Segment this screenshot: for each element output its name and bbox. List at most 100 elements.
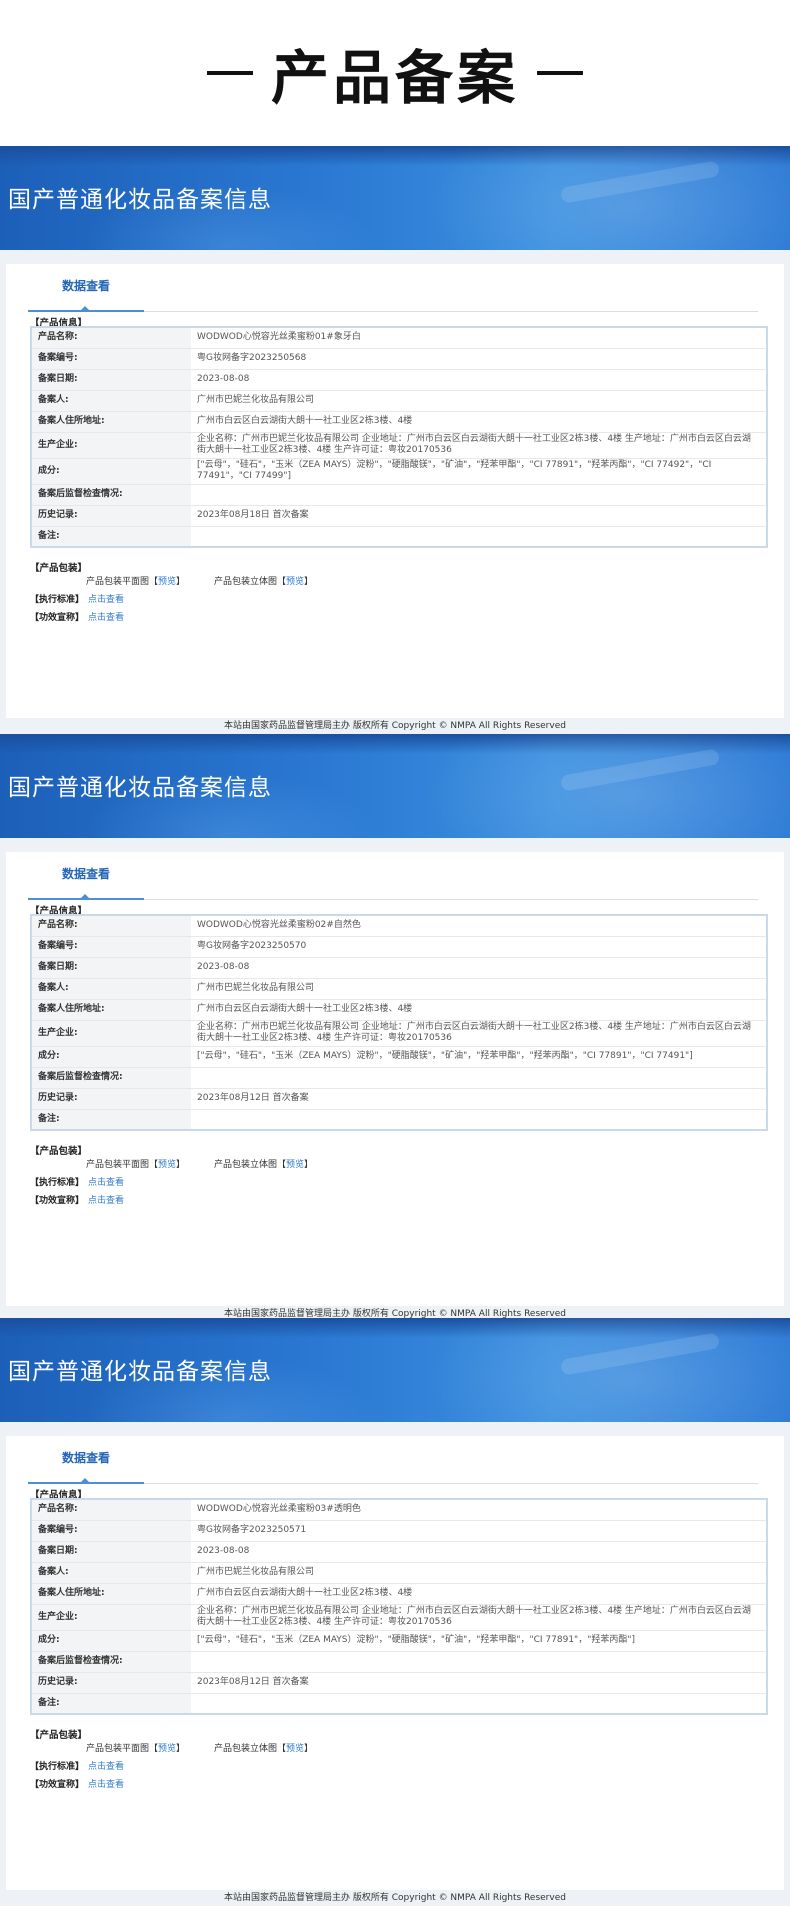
preview-flat-link[interactable]: 预览 <box>158 577 176 587</box>
table-row-registrant: 备案人: 广州市巴妮兰化妆品有限公司 <box>31 978 767 1000</box>
package-flat-row: 产品包装平面图【预览】 <box>86 1157 185 1170</box>
tab-data-view[interactable]: 数据查看 <box>28 852 144 900</box>
field-label: 生产企业: <box>31 1020 191 1047</box>
section-packaging: 【产品包装】 <box>30 1146 88 1157</box>
exec-standard-link[interactable]: 点击查看 <box>88 595 124 605</box>
efficacy-label: 【功效宣称】 <box>30 1196 85 1206</box>
package-3d-row: 产品包装立体图【预览】 <box>214 1157 313 1170</box>
table-row-name: 产品名称: WODWOD心悦容光丝柔蜜粉01#象牙白 <box>31 327 767 349</box>
exec-standard-row: 【执行标准】 点击查看 <box>30 1175 124 1188</box>
efficacy-link[interactable]: 点击查看 <box>88 1196 124 1206</box>
package-3d-row: 产品包装立体图【预览】 <box>214 1741 313 1754</box>
footer: 本站由国家药品监督管理局主办 版权所有 Copyright © NMPA All… <box>0 718 790 734</box>
field-value-inspection <box>191 484 767 506</box>
field-label: 备案人住所地址: <box>31 1583 191 1605</box>
product-info-table: 产品名称: WODWOD心悦容光丝柔蜜粉01#象牙白 备案编号: 粤G妆网备字2023… <box>30 326 768 548</box>
field-label: 备案后监督检查情况: <box>31 1067 191 1089</box>
field-value-name: WODWOD心悦容光丝柔蜜粉02#自然色 <box>191 915 767 937</box>
field-label: 成分: <box>31 458 191 485</box>
preview-3d-link[interactable]: 预览 <box>286 1744 304 1754</box>
detail-card: 数据查看 【产品信息】 产品名称: WODWOD心悦容光丝柔蜜粉02#自然色 备案编… <box>6 852 784 1306</box>
field-value-ingredients: ["云母"，"硅石"，"玉米（ZEA MAYS）淀粉"，"硬脂酸镁"，"矿油"，… <box>191 458 767 485</box>
record-screenshot-1: 国产普通化妆品备案信息 数据查看 【产品信息】 产品名称: WODWOD心悦容光丝… <box>0 146 790 734</box>
table-row-history: 历史记录: 2023年08月18日 首次备案 <box>31 505 767 527</box>
bracket: 【 <box>277 1160 287 1170</box>
banner-decoration <box>420 734 790 838</box>
exec-standard-row: 【执行标准】 点击查看 <box>30 592 124 605</box>
banner-decoration <box>420 1318 790 1422</box>
bracket: 【 <box>149 1744 159 1754</box>
preview-3d-link[interactable]: 预览 <box>286 577 304 587</box>
tab-data-view[interactable]: 数据查看 <box>28 264 144 312</box>
exec-standard-label: 【执行标准】 <box>30 1178 85 1188</box>
exec-standard-link[interactable]: 点击查看 <box>88 1762 124 1772</box>
field-label: 产品名称: <box>31 327 191 349</box>
field-value-inspection <box>191 1067 767 1089</box>
field-value-ingredients: ["云母"，"硅石"，"玉米（ZEA MAYS）淀粉"，"硬脂酸镁"，"矿油"，… <box>191 1630 767 1652</box>
field-label: 备案人: <box>31 390 191 412</box>
field-label: 产品名称: <box>31 915 191 937</box>
package-3d-label: 产品包装立体图 <box>214 1160 278 1170</box>
package-flat-label: 产品包装平面图 <box>86 1744 150 1754</box>
table-row-name: 产品名称: WODWOD心悦容光丝柔蜜粉03#透明色 <box>31 1499 767 1521</box>
bracket: 【 <box>149 1160 159 1170</box>
section-packaging: 【产品包装】 <box>30 563 88 574</box>
detail-card: 数据查看 【产品信息】 产品名称: WODWOD心悦容光丝柔蜜粉03#透明色 备案编… <box>6 1436 784 1890</box>
field-label: 成分: <box>31 1630 191 1652</box>
bracket: 【 <box>277 577 287 587</box>
field-value-remark <box>191 526 767 548</box>
table-row-reg-no: 备案编号: 粤G妆网备字2023250571 <box>31 1520 767 1542</box>
field-label: 备案人: <box>31 978 191 1000</box>
table-row-date: 备案日期: 2023-08-08 <box>31 957 767 979</box>
field-value-registrant: 广州市巴妮兰化妆品有限公司 <box>191 390 767 412</box>
field-value-history: 2023年08月12日 首次备案 <box>191 1088 767 1110</box>
efficacy-row: 【功效宣称】 点击查看 <box>30 1777 124 1790</box>
page-heading: 产品备案 <box>0 0 790 146</box>
table-row-history: 历史记录: 2023年08月12日 首次备案 <box>31 1672 767 1694</box>
table-row-producer: 生产企业: 企业名称：广州市巴妮兰化妆品有限公司 企业地址：广州市白云区白云湖街大… <box>31 432 767 459</box>
package-flat-row: 产品包装平面图【预览】 <box>86 1741 185 1754</box>
exec-standard-link[interactable]: 点击查看 <box>88 1178 124 1188</box>
field-label: 备案人住所地址: <box>31 999 191 1021</box>
preview-flat-link[interactable]: 预览 <box>158 1744 176 1754</box>
content-area: 数据查看 【产品信息】 产品名称: WODWOD心悦容光丝柔蜜粉01#象牙白 备案编… <box>0 250 790 718</box>
field-value-date: 2023-08-08 <box>191 1541 767 1563</box>
package-3d-label: 产品包装立体图 <box>214 577 278 587</box>
tab-data-view[interactable]: 数据查看 <box>28 1436 144 1484</box>
footer: 本站由国家药品监督管理局主办 版权所有 Copyright © NMPA All… <box>0 1890 790 1906</box>
record-screenshot-2: 国产普通化妆品备案信息 数据查看 【产品信息】 产品名称: WODWOD心悦容光丝… <box>0 734 790 1322</box>
efficacy-label: 【功效宣称】 <box>30 613 85 623</box>
product-info-table: 产品名称: WODWOD心悦容光丝柔蜜粉02#自然色 备案编号: 粤G妆网备字2023… <box>30 914 768 1131</box>
table-row-address: 备案人住所地址: 广州市白云区白云湖街大朗十一社工业区2栋3楼、4楼 <box>31 999 767 1021</box>
bracket: 】 <box>304 1160 314 1170</box>
field-label: 历史记录: <box>31 505 191 527</box>
bracket: 】 <box>176 1160 186 1170</box>
preview-flat-link[interactable]: 预览 <box>158 1160 176 1170</box>
table-row-producer: 生产企业: 企业名称：广州市巴妮兰化妆品有限公司 企业地址：广州市白云区白云湖街大… <box>31 1604 767 1631</box>
field-label: 备案后监督检查情况: <box>31 1651 191 1673</box>
table-row-registrant: 备案人: 广州市巴妮兰化妆品有限公司 <box>31 1562 767 1584</box>
field-value-reg-no: 粤G妆网备字2023250571 <box>191 1520 767 1542</box>
field-label: 备案编号: <box>31 348 191 370</box>
field-value-address: 广州市白云区白云湖街大朗十一社工业区2栋3楼、4楼 <box>191 411 767 433</box>
field-value-reg-no: 粤G妆网备字2023250570 <box>191 936 767 958</box>
bracket: 】 <box>304 1744 314 1754</box>
preview-3d-link[interactable]: 预览 <box>286 1160 304 1170</box>
exec-standard-row: 【执行标准】 点击查看 <box>30 1759 124 1772</box>
efficacy-link[interactable]: 点击查看 <box>88 1780 124 1790</box>
field-label: 备案编号: <box>31 1520 191 1542</box>
field-value-producer: 企业名称：广州市巴妮兰化妆品有限公司 企业地址：广州市白云区白云湖街大朗十一社工… <box>191 1604 767 1631</box>
field-label: 备案后监督检查情况: <box>31 484 191 506</box>
field-value-name: WODWOD心悦容光丝柔蜜粉01#象牙白 <box>191 327 767 349</box>
field-label: 备案人住所地址: <box>31 411 191 433</box>
table-row-date: 备案日期: 2023-08-08 <box>31 1541 767 1563</box>
bracket: 】 <box>176 1744 186 1754</box>
field-value-ingredients: ["云母"，"硅石"，"玉米（ZEA MAYS）淀粉"，"硬脂酸镁"，"矿油"，… <box>191 1046 767 1068</box>
table-row-remark: 备注: <box>31 1109 767 1131</box>
efficacy-link[interactable]: 点击查看 <box>88 613 124 623</box>
field-value-name: WODWOD心悦容光丝柔蜜粉03#透明色 <box>191 1499 767 1521</box>
product-info-table: 产品名称: WODWOD心悦容光丝柔蜜粉03#透明色 备案编号: 粤G妆网备字2023… <box>30 1498 768 1715</box>
tab-bar: 数据查看 <box>28 1436 758 1484</box>
banner-title: 国产普通化妆品备案信息 <box>8 775 272 801</box>
efficacy-row: 【功效宣称】 点击查看 <box>30 610 124 623</box>
